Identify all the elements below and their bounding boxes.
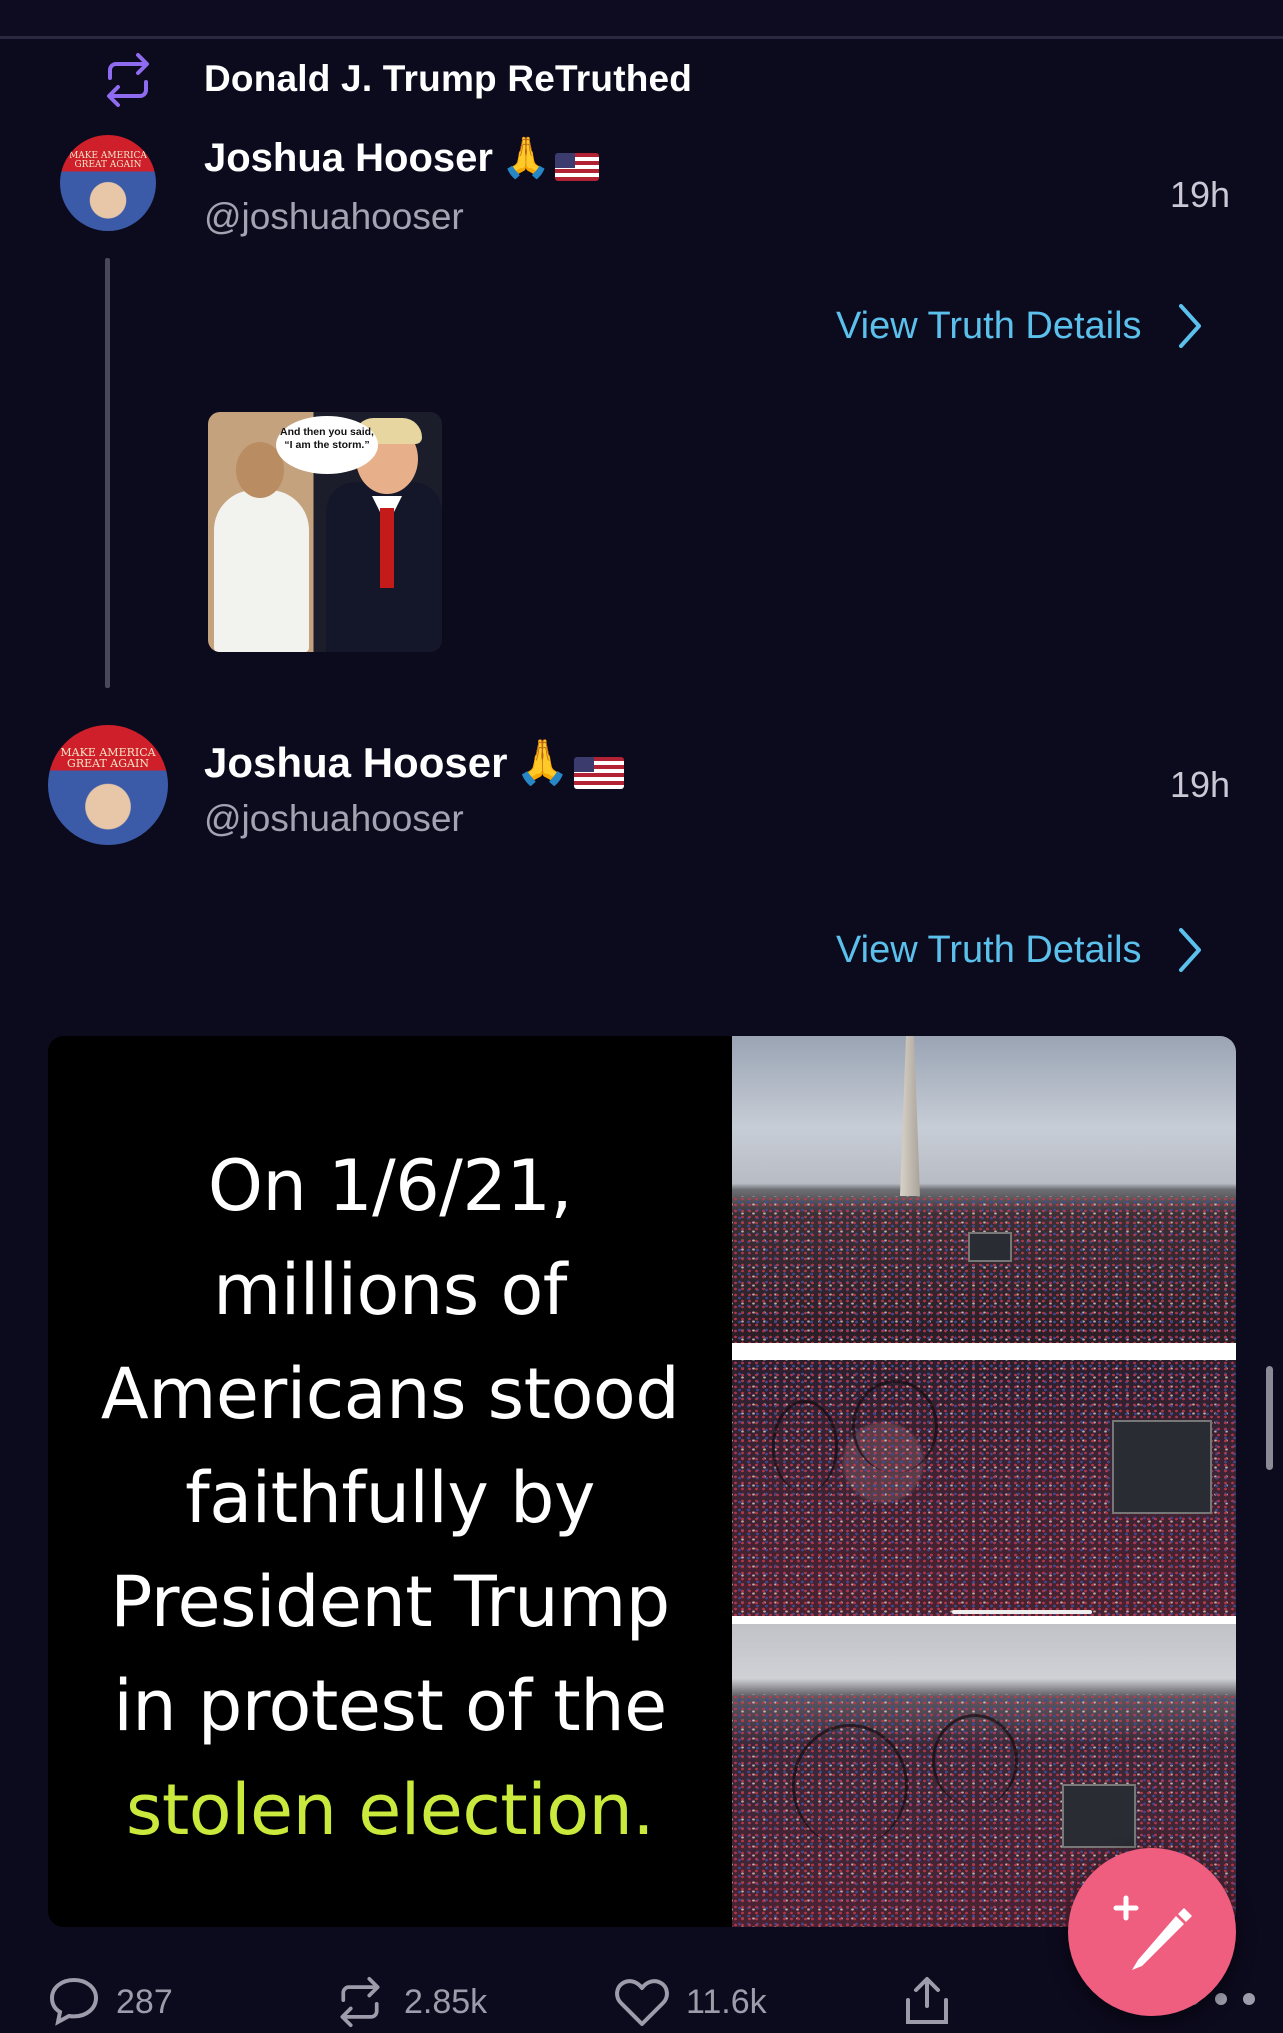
speech-bubble: And then you said, “I am the storm.” (276, 416, 378, 474)
tree-silhouette (792, 1724, 908, 1847)
reply-icon (49, 1977, 99, 2026)
quote-line: faithfully by (185, 1457, 595, 1539)
us-flag-emoji (554, 152, 599, 181)
tree-silhouette (852, 1380, 938, 1473)
view-truth-details-label: View Truth Details (836, 928, 1142, 971)
retruth-icon (107, 53, 149, 107)
quote-line-accent: stolen election. (125, 1769, 655, 1851)
thread-connector (105, 258, 110, 688)
post-author[interactable]: Joshua Hooser 🙏 (204, 736, 625, 789)
quote-line: in protest of the (113, 1665, 667, 1747)
retruth-label: Donald J. Trump ReTruthed (204, 58, 693, 99)
avatar-cap-text: MAKE AMERICA GREAT AGAIN (69, 151, 147, 171)
retruth-action-icon (340, 1976, 380, 2028)
like-button[interactable]: 11.6k (614, 1976, 767, 2028)
crowd-photo-top (732, 1036, 1236, 1343)
share-icon (906, 1977, 948, 2024)
scrollbar[interactable] (1266, 1366, 1273, 1470)
compose-icon (1113, 1895, 1192, 1970)
post-author[interactable]: Joshua Hooser 🙏 (204, 134, 599, 181)
quote-line: millions of (213, 1249, 567, 1331)
chevron-right-icon (1178, 304, 1201, 348)
avatar-cap-text: MAKE AMERICA GREAT AGAIN (60, 745, 156, 770)
reply-button[interactable]: 287 (48, 1976, 173, 2028)
author-handle[interactable]: @joshuahooser (204, 196, 464, 238)
view-truth-details-link[interactable]: View Truth Details (836, 926, 1204, 974)
praying-hands-emoji: 🙏 (500, 136, 551, 180)
compose-button[interactable] (1068, 1848, 1236, 2016)
post-timestamp: 19h (1170, 174, 1231, 215)
quote-line: President Trump (110, 1561, 670, 1643)
view-truth-details-link[interactable]: View Truth Details (836, 302, 1204, 350)
quote-panel: On 1/6/21, millions of Americans stood f… (48, 1036, 732, 1927)
chevron-right-icon (1178, 928, 1201, 972)
tree-silhouette (772, 1400, 838, 1493)
stage-structure (1062, 1784, 1136, 1848)
tree-silhouette (932, 1714, 1018, 1807)
quote-line: Americans stood (100, 1353, 680, 1435)
author-name: Joshua Hooser (204, 136, 493, 180)
post-image[interactable]: On 1/6/21, millions of Americans stood f… (48, 1036, 1236, 1927)
avatar[interactable]: MAKE AMERICA GREAT AGAIN (48, 725, 168, 845)
stage-structure (1112, 1420, 1212, 1514)
photo-divider (732, 1616, 1236, 1624)
share-button[interactable] (902, 1976, 952, 2033)
stage-structure (968, 1232, 1012, 1262)
meme-figure-left (214, 490, 309, 652)
praying-hands-emoji: 🙏 (515, 738, 571, 787)
post-timestamp: 19h (1170, 764, 1231, 805)
avatar[interactable]: MAKE AMERICA GREAT AGAIN (60, 135, 156, 231)
view-truth-details-label: View Truth Details (836, 304, 1142, 347)
post-image-thumbnail[interactable]: And then you said, “I am the storm.” (208, 412, 442, 652)
washington-monument (900, 1036, 920, 1196)
photo-divider (732, 1343, 1236, 1361)
us-flag-emoji (574, 756, 625, 789)
reply-count: 287 (116, 1982, 173, 2021)
top-bar (0, 0, 1283, 39)
retruth-button[interactable]: 2.85k (332, 1976, 487, 2028)
like-count: 11.6k (686, 1982, 767, 2021)
retruth-count: 2.85k (404, 1982, 488, 2021)
author-handle[interactable]: @joshuahooser (204, 798, 464, 840)
quote-line: On 1/6/21, (207, 1145, 573, 1227)
author-name: Joshua Hooser (204, 739, 508, 786)
image-progress-line (952, 1610, 1092, 1614)
meme-tie (380, 508, 394, 588)
like-icon (615, 1979, 669, 2026)
crowd-texture (732, 1196, 1236, 1343)
crowd-photo-middle (732, 1360, 1236, 1616)
image-quote-text: On 1/6/21, millions of Americans stood f… (48, 1134, 732, 1862)
